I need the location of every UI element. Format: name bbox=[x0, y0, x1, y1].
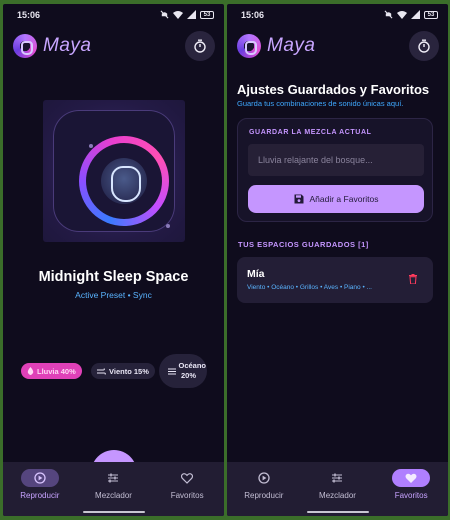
nav-item-play[interactable]: Reproducir bbox=[8, 469, 72, 500]
nav-pill bbox=[94, 469, 132, 487]
save-mix-card: GUARDAR LA MEZCLA ACTUAL Añadir a Favori… bbox=[237, 118, 433, 222]
gesture-handle bbox=[83, 511, 145, 513]
nav-label: Reproducir bbox=[244, 491, 284, 500]
sound-chip-rain[interactable]: Lluvia 40% bbox=[21, 363, 82, 379]
preset-artwork bbox=[43, 100, 185, 242]
nav-item-play[interactable]: Reproducir bbox=[232, 469, 296, 500]
nav-label: Favoritos bbox=[170, 491, 204, 500]
saved-space-item[interactable]: Mía Viento • Océano • Grillos • Aves • P… bbox=[237, 257, 433, 303]
play-icon bbox=[34, 472, 46, 484]
sound-chip-ocean[interactable]: Océano 20% bbox=[159, 354, 207, 388]
signal-icon bbox=[411, 9, 420, 21]
app-logo bbox=[237, 34, 261, 58]
wind-icon bbox=[97, 367, 106, 375]
nav-pill bbox=[245, 469, 283, 487]
delete-space-button[interactable] bbox=[407, 273, 419, 285]
trash-icon bbox=[409, 274, 417, 284]
artwork-frame bbox=[53, 110, 175, 232]
waves-icon bbox=[167, 368, 176, 374]
status-time: 15:06 bbox=[17, 10, 41, 20]
signal-icon bbox=[187, 9, 196, 21]
app-name: Maya bbox=[267, 35, 316, 56]
chip-label: Océano 20% bbox=[178, 361, 207, 380]
heart-icon bbox=[181, 472, 194, 484]
nav-label: Favoritos bbox=[394, 491, 428, 500]
bottom-nav: Reproducir Mezclador Favoritos bbox=[227, 462, 448, 516]
save-icon bbox=[294, 194, 303, 204]
play-icon bbox=[258, 472, 270, 484]
app-name: Maya bbox=[43, 35, 92, 56]
nav-label: Mezclador bbox=[95, 491, 132, 500]
brand: Maya bbox=[13, 34, 91, 58]
nav-pill bbox=[168, 469, 206, 487]
sliders-icon bbox=[332, 473, 343, 483]
add-to-favorites-button[interactable]: Añadir a Favoritos bbox=[248, 185, 424, 213]
sleep-timer-button[interactable] bbox=[409, 31, 439, 61]
nav-item-mixer[interactable]: Mezclador bbox=[81, 469, 145, 500]
favorites-screen: 15:06 53 Maya Ajustes Guardados y Favori… bbox=[227, 4, 448, 516]
status-time: 15:06 bbox=[241, 10, 265, 20]
nav-item-favorites[interactable]: Favoritos bbox=[379, 469, 443, 500]
add-to-favorites-label: Añadir a Favoritos bbox=[309, 194, 379, 204]
timer-icon bbox=[194, 39, 206, 53]
nav-pill bbox=[20, 469, 59, 487]
wifi-icon bbox=[397, 10, 407, 21]
page-subtitle: Guarda tus combinaciones de sonido única… bbox=[237, 99, 404, 108]
status-icons: 53 bbox=[160, 9, 214, 21]
mute-icon bbox=[160, 10, 169, 21]
nav-label: Reproducir bbox=[20, 491, 60, 500]
mix-name-input[interactable] bbox=[248, 144, 424, 176]
save-mix-heading: GUARDAR LA MEZCLA ACTUAL bbox=[249, 129, 372, 136]
chip-label: Viento 15% bbox=[109, 366, 149, 376]
nav-item-favorites[interactable]: Favoritos bbox=[155, 469, 219, 500]
timer-icon bbox=[418, 39, 430, 53]
nav-label: Mezclador bbox=[319, 491, 356, 500]
app-logo bbox=[13, 34, 37, 58]
player-screen: 15:06 53 Maya Midnight Sleep Space Activ… bbox=[3, 4, 224, 516]
nav-pill bbox=[318, 469, 356, 487]
mute-icon bbox=[384, 10, 393, 21]
artwork-dot bbox=[166, 224, 170, 228]
page-title: Ajustes Guardados y Favoritos bbox=[237, 82, 430, 97]
battery-icon: 53 bbox=[200, 11, 214, 19]
status-bar: 15:06 53 bbox=[3, 4, 224, 26]
sleep-timer-button[interactable] bbox=[185, 31, 215, 61]
nav-pill bbox=[392, 469, 431, 487]
fingerprint-icon bbox=[101, 158, 147, 204]
saved-spaces-heading: TUS ESPACIOS GUARDADOS [1] bbox=[238, 240, 369, 249]
sound-chip-wind[interactable]: Viento 15% bbox=[91, 363, 155, 379]
app-bar: Maya bbox=[3, 26, 224, 66]
drop-icon bbox=[27, 367, 34, 375]
saved-space-sounds: Viento • Océano • Grillos • Aves • Piano… bbox=[247, 284, 372, 291]
wifi-icon bbox=[173, 10, 183, 21]
chip-label: Lluvia 40% bbox=[37, 366, 76, 376]
preset-subtitle[interactable]: Active Preset • Sync bbox=[3, 290, 224, 300]
battery-icon: 53 bbox=[424, 11, 438, 19]
saved-space-name: Mía bbox=[247, 268, 265, 280]
heart-icon bbox=[405, 473, 417, 483]
nav-item-mixer[interactable]: Mezclador bbox=[305, 469, 369, 500]
app-bar: Maya bbox=[227, 26, 448, 66]
artwork-dot bbox=[89, 144, 93, 148]
status-bar: 15:06 53 bbox=[227, 4, 448, 26]
gesture-handle bbox=[307, 511, 369, 513]
sliders-icon bbox=[108, 473, 119, 483]
status-icons: 53 bbox=[384, 9, 438, 21]
bottom-nav: Reproducir Mezclador Favoritos bbox=[3, 462, 224, 516]
brand: Maya bbox=[237, 34, 315, 58]
preset-title: Midnight Sleep Space bbox=[38, 269, 189, 285]
